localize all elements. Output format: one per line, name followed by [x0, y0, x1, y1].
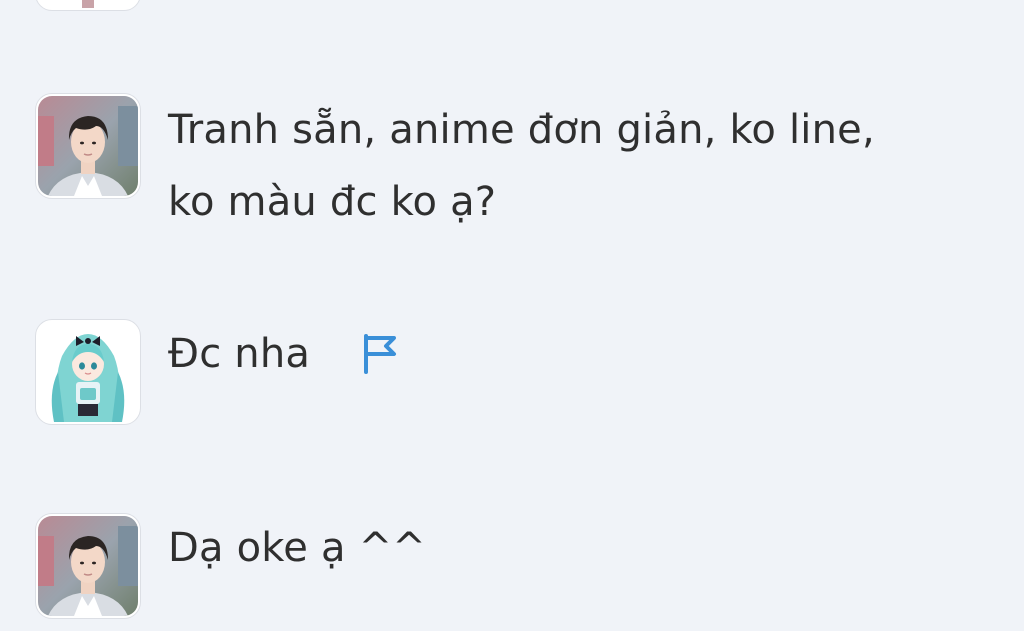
message-text: Tranh sẵn, anime đơn giản, ko line, [168, 107, 875, 153]
avatar-user[interactable] [36, 94, 140, 198]
message-text: Đc nha [168, 331, 311, 377]
flag-icon[interactable] [360, 332, 400, 376]
user-photo-icon [38, 96, 138, 196]
chat-thread: Tranh sẵn, anime đơn giản, ko line, ko m… [0, 0, 1024, 631]
avatar-artist[interactable] [36, 320, 140, 424]
message-text: Dạ oke ạ ^^ [168, 525, 427, 571]
avatar-image [38, 0, 138, 8]
anime-girl-icon [38, 322, 138, 422]
message-text-continued: ko màu đc ko ạ? [168, 179, 497, 225]
user-photo-icon [38, 516, 138, 616]
avatar-previous-message[interactable] [36, 0, 140, 10]
avatar-user[interactable] [36, 514, 140, 618]
